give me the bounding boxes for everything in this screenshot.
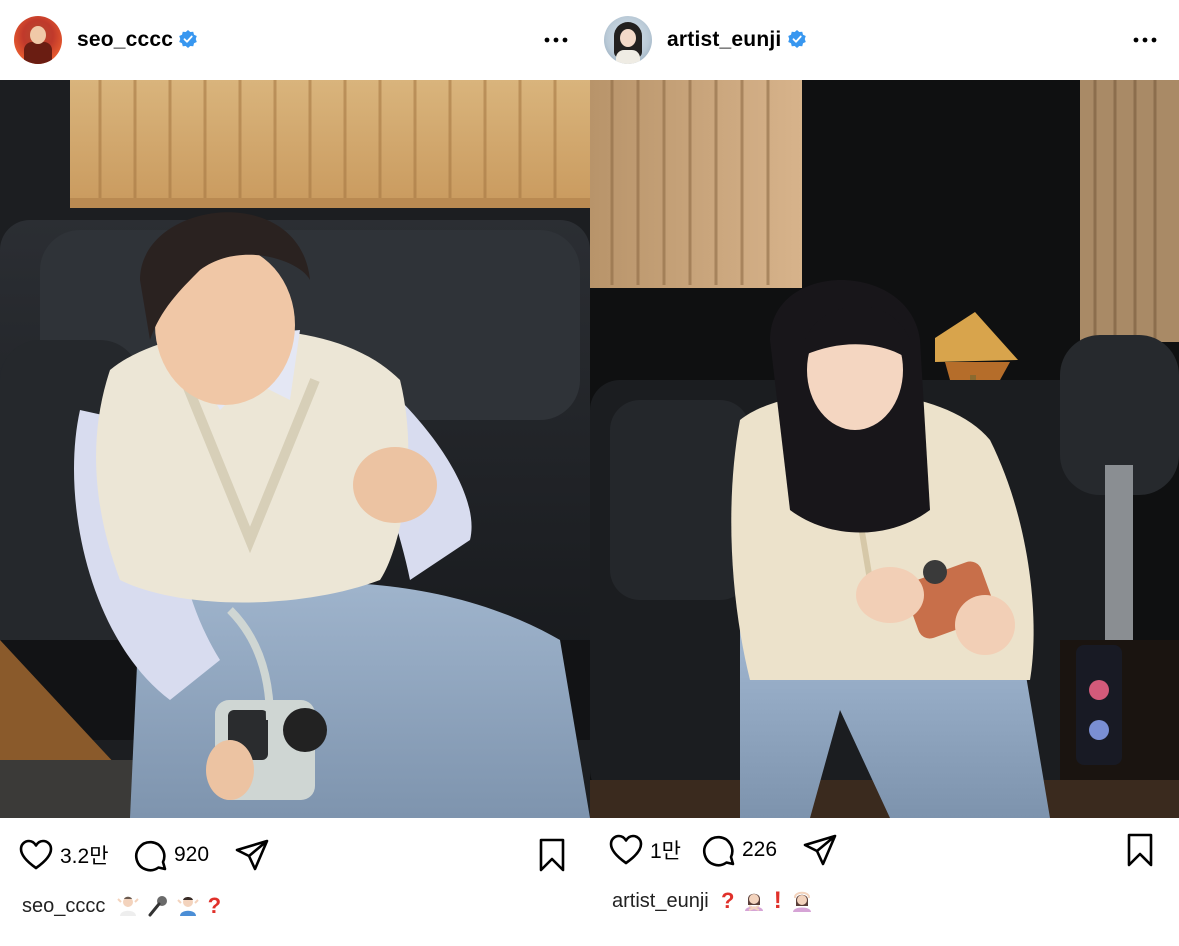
- person-shrugging-light-icon: [115, 893, 141, 919]
- post-header: seo_cccc: [0, 0, 590, 80]
- more-options-icon[interactable]: [542, 26, 570, 54]
- verified-badge-icon: [788, 30, 806, 48]
- post-username[interactable]: seo_cccc: [77, 28, 173, 52]
- avatar[interactable]: [604, 16, 652, 64]
- comment-count: 226: [742, 838, 778, 861]
- share-button[interactable]: [802, 832, 838, 868]
- post-photo[interactable]: [590, 80, 1179, 818]
- microphone-icon: [145, 893, 171, 919]
- post-artist-eunji: artist_eunji 1만 226 artist_eunji ? !: [590, 0, 1179, 946]
- verified-badge-icon: [179, 30, 197, 48]
- post-caption: artist_eunji ? !: [612, 887, 819, 914]
- comment-button[interactable]: 920: [132, 837, 209, 873]
- like-button[interactable]: 1만: [608, 832, 681, 868]
- comment-button[interactable]: 226: [700, 832, 777, 868]
- heart-icon: [19, 839, 53, 870]
- like-count: 3.2만: [60, 845, 109, 868]
- heart-icon: [609, 834, 643, 865]
- comment-icon: [702, 835, 735, 867]
- person-gesturing-ok-icon: [789, 888, 815, 914]
- question-mark-icon: ?: [720, 888, 735, 913]
- exclamation-mark-icon: !: [773, 887, 782, 914]
- post-header: artist_eunji: [590, 0, 1179, 80]
- send-icon: [235, 839, 269, 871]
- photo-man-with-instant-camera: [0, 80, 590, 818]
- like-count: 1만: [650, 840, 681, 863]
- comment-count: 920: [174, 843, 210, 866]
- person-gesturing-no-icon: [741, 888, 767, 914]
- post-photo[interactable]: [0, 80, 590, 818]
- caption-username[interactable]: artist_eunji: [612, 890, 709, 913]
- send-icon: [803, 834, 837, 866]
- post-seo-cccc: seo_cccc 3.2만 920 seo_cccc ?: [0, 0, 590, 946]
- post-username[interactable]: artist_eunji: [667, 28, 781, 52]
- post-actions: 3.2만 920: [0, 837, 590, 877]
- share-button[interactable]: [234, 837, 270, 873]
- post-caption: seo_cccc ?: [22, 893, 227, 919]
- bookmark-icon: [1127, 833, 1153, 867]
- avatar[interactable]: [14, 16, 62, 64]
- post-actions: 1만 226: [590, 832, 1179, 872]
- person-shrugging-blue-icon: [175, 893, 201, 919]
- like-button[interactable]: 3.2만: [18, 837, 109, 873]
- more-options-icon[interactable]: [1131, 26, 1159, 54]
- question-mark-icon: ?: [207, 893, 222, 918]
- caption-username[interactable]: seo_cccc: [22, 895, 105, 918]
- bookmark-icon: [539, 838, 565, 872]
- save-button[interactable]: [1122, 832, 1158, 868]
- save-button[interactable]: [534, 837, 570, 873]
- comment-icon: [134, 840, 167, 872]
- photo-woman-with-instant-camera: [590, 80, 1179, 818]
